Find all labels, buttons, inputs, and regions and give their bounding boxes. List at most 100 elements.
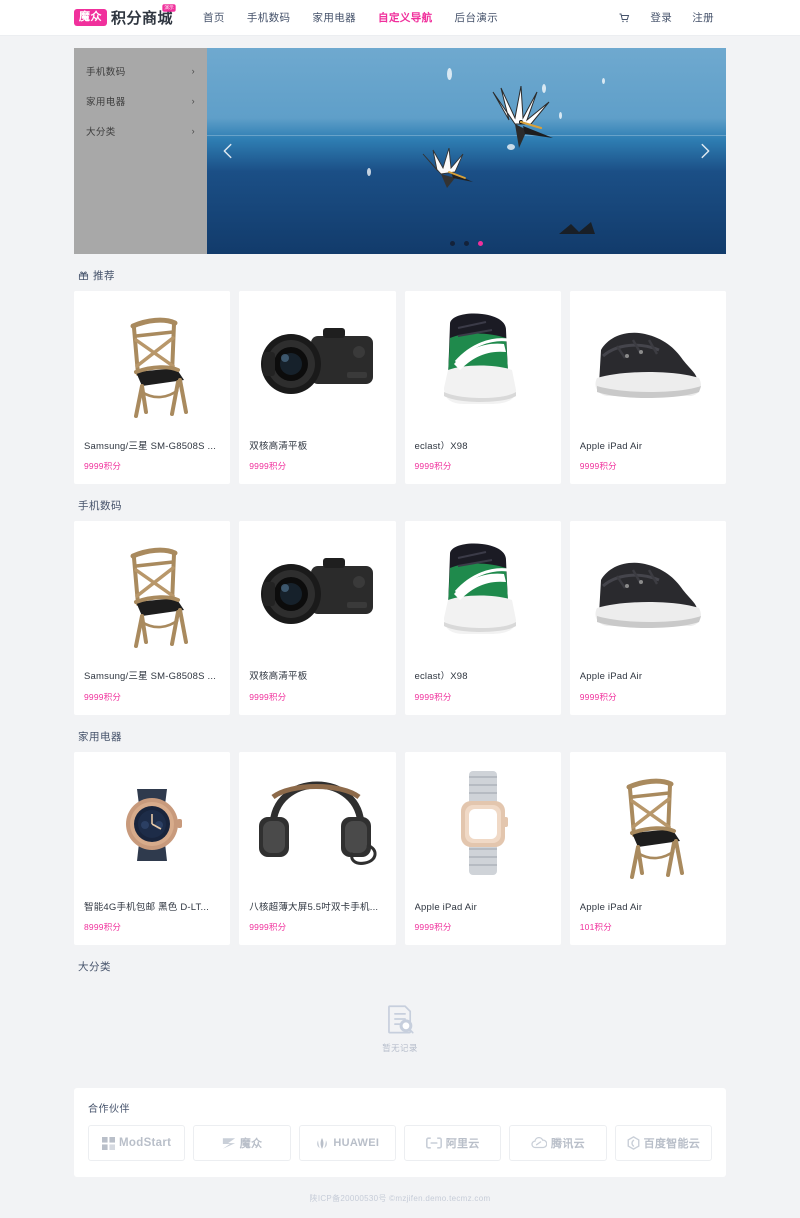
product-price: 9999积分 <box>414 461 452 472</box>
login-link[interactable]: 登录 <box>650 10 672 25</box>
partner-mozhong[interactable]: 魔众 <box>193 1125 291 1162</box>
partners-list: ModStart 魔众 HUAWEI 阿里云 腾讯云 百度智能云 <box>88 1125 712 1162</box>
section-header: 大分类 <box>78 959 726 974</box>
product-image-chair <box>74 521 231 664</box>
product-image-boot <box>569 291 726 433</box>
partner-modstart[interactable]: ModStart <box>88 1125 186 1162</box>
product-card[interactable]: 智能4G手机包邮 黑色 D-LT... 8999积分 <box>74 751 231 946</box>
partner-aliyun[interactable]: 阿里云 <box>404 1125 502 1162</box>
product-card[interactable]: Apple iPad Air 9999积分 <box>404 751 561 946</box>
carousel-dot-3[interactable] <box>478 241 483 246</box>
product-price: 9999积分 <box>579 461 617 472</box>
empty-state: 暂无记录 <box>74 982 726 1074</box>
product-grid: 智能4G手机包邮 黑色 D-LT... 8999积分 八核超薄大屏5.5吋双卡手… <box>74 751 726 946</box>
product-card[interactable]: Samsung/三星 SM-G8508S ... 9999积分 <box>74 521 231 715</box>
product-title: Apple iPad Air <box>414 901 477 913</box>
product-card[interactable]: eclast）X98 9999积分 <box>404 521 561 715</box>
chevron-right-icon: › <box>191 126 195 136</box>
product-card[interactable]: 八核超薄大屏5.5吋双卡手机... 9999积分 <box>239 751 396 946</box>
product-price: 9999积分 <box>249 922 287 933</box>
product-image-sneaker <box>404 521 561 664</box>
product-image-watch <box>74 751 231 894</box>
cart-icon[interactable] <box>618 12 630 24</box>
product-card[interactable]: 双核高清平板 9999积分 <box>239 291 396 485</box>
partner-huawei[interactable]: HUAWEI <box>298 1125 396 1162</box>
section-title-text: 推荐 <box>93 270 115 282</box>
product-card[interactable]: Apple iPad Air 101积分 <box>569 751 726 946</box>
product-info: Samsung/三星 SM-G8508S ... 9999积分 <box>74 663 230 714</box>
bird-main-icon <box>463 86 573 158</box>
product-info: 八核超薄大屏5.5吋双卡手机... 9999积分 <box>239 894 395 945</box>
site-header: 魔众 积分商城 演示 首页 手机数码 家用电器 自定义导航 后台演示 登录 注册 <box>0 0 800 36</box>
sidebar-item-mobile-digital[interactable]: 手机数码 › <box>74 58 207 84</box>
product-title: eclast）X98 <box>414 441 468 452</box>
header-actions: 登录 注册 <box>618 10 714 25</box>
sidebar-item-label: 手机数码 <box>86 67 126 78</box>
chevron-right-icon: › <box>191 96 195 106</box>
partner-label: 腾讯云 <box>551 1138 585 1151</box>
water-splash <box>559 112 562 119</box>
nav-item-custom-nav[interactable]: 自定义导航 <box>378 10 433 25</box>
product-image-camera <box>239 521 396 664</box>
sidebar-item-big-category[interactable]: 大分类 › <box>74 118 207 144</box>
product-price: 9999积分 <box>249 461 287 472</box>
product-info: eclast）X98 9999积分 <box>405 663 561 714</box>
sidebar-item-label: 家用电器 <box>86 97 126 108</box>
product-card[interactable]: 双核高清平板 9999积分 <box>239 521 396 715</box>
register-link[interactable]: 注册 <box>692 10 714 25</box>
product-card[interactable]: Apple iPad Air 9999积分 <box>569 521 726 715</box>
empty-records-icon <box>383 1002 417 1036</box>
hero-carousel[interactable] <box>207 48 726 254</box>
product-title: Apple iPad Air <box>579 441 643 452</box>
site-logo[interactable]: 魔众 积分商城 演示 <box>74 4 176 28</box>
product-image-headphones <box>239 751 396 894</box>
page-container: 手机数码 › 家用电器 › 大分类 › 推荐 Samsung/三星 SM-G85… <box>74 48 726 1218</box>
product-info: Apple iPad Air 9999积分 <box>570 433 726 484</box>
product-image-smartwatch <box>404 751 561 894</box>
product-title: Samsung/三星 SM-G8508S ... <box>84 441 217 452</box>
product-title: 双核高清平板 <box>249 441 308 452</box>
partner-baidu-cloud[interactable]: 百度智能云 <box>614 1125 712 1162</box>
partner-label: ModStart <box>119 1137 172 1150</box>
product-title: eclast）X98 <box>414 671 468 683</box>
product-image-chair <box>74 291 231 433</box>
section-big-category: 大分类 暂无记录 <box>74 959 726 1074</box>
water-splash <box>602 78 605 84</box>
empty-state-text: 暂无记录 <box>382 1043 418 1054</box>
sidebar-item-home-appliance[interactable]: 家用电器 › <box>74 88 207 114</box>
aliyun-icon <box>425 1137 442 1149</box>
section-header: 手机数码 <box>78 498 726 513</box>
nav-item-mobile-digital[interactable]: 手机数码 <box>247 10 291 25</box>
partner-label: 阿里云 <box>445 1138 480 1151</box>
partner-label: HUAWEI <box>333 1137 380 1150</box>
hero-section: 手机数码 › 家用电器 › 大分类 › <box>74 48 726 254</box>
product-card[interactable]: Apple iPad Air 9999积分 <box>569 291 726 485</box>
product-info: eclast）X98 9999积分 <box>405 433 561 484</box>
product-price: 9999积分 <box>414 691 452 702</box>
section-recommended: 推荐 Samsung/三星 SM-G8508S ... 9999积分 双核高清平… <box>74 268 726 485</box>
carousel-dot-1[interactable] <box>450 241 455 246</box>
product-image-sneaker <box>404 291 561 433</box>
product-price: 9999积分 <box>579 691 617 702</box>
carousel-indicators <box>207 241 726 246</box>
carousel-prev-button[interactable] <box>217 140 239 162</box>
nav-item-home[interactable]: 首页 <box>203 10 225 25</box>
product-card[interactable]: Samsung/三星 SM-G8508S ... 9999积分 <box>74 291 231 485</box>
product-card[interactable]: eclast）X98 9999积分 <box>404 291 561 485</box>
section-header: 家用电器 <box>78 729 726 744</box>
logo-demo-badge: 演示 <box>162 4 176 12</box>
section-home-appliance: 家用电器 智能4G手机包邮 黑色 D-LT... 8999积分 八核超薄大屏5.… <box>74 729 726 946</box>
carousel-dot-2[interactable] <box>464 241 469 246</box>
product-image-chair <box>569 751 726 894</box>
carousel-next-button[interactable] <box>694 140 716 162</box>
product-info: 双核高清平板 9999积分 <box>239 433 395 484</box>
nav-item-home-appliance[interactable]: 家用电器 <box>312 10 356 25</box>
partner-label: 百度智能云 <box>643 1138 701 1151</box>
partner-label: 魔众 <box>239 1138 263 1151</box>
water-splash <box>542 84 546 93</box>
nav-item-admin-demo[interactable]: 后台演示 <box>455 10 499 25</box>
partner-tencent-cloud[interactable]: 腾讯云 <box>509 1125 607 1162</box>
product-image-boot <box>569 521 726 664</box>
water-splash <box>447 68 452 80</box>
product-title: 八核超薄大屏5.5吋双卡手机... <box>249 901 379 913</box>
